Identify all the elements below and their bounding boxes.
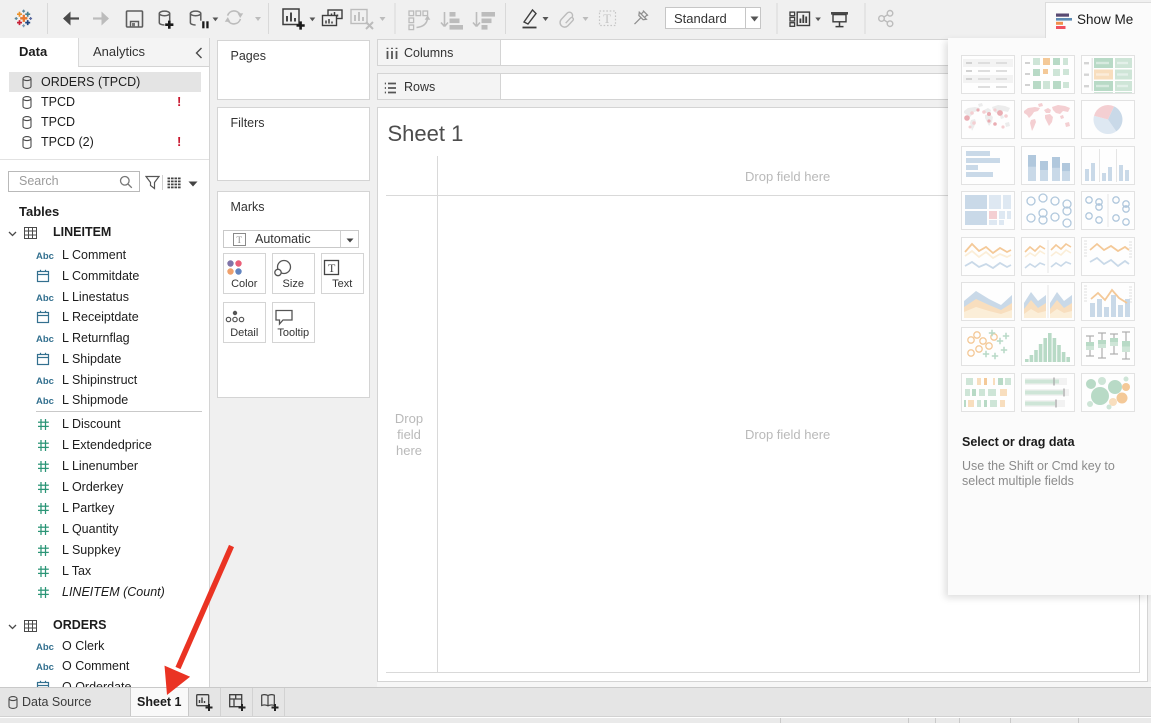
svg-text:Abc: Abc — [36, 251, 54, 262]
svg-text:Abc: Abc — [36, 376, 54, 387]
svg-text:Abc: Abc — [36, 396, 54, 407]
svg-text:T: T — [328, 261, 336, 275]
svg-text:Abc: Abc — [36, 334, 54, 345]
svg-text:T: T — [603, 12, 611, 26]
svg-text:Abc: Abc — [36, 662, 54, 673]
svg-text:Abc: Abc — [36, 293, 54, 304]
svg-text:T: T — [237, 235, 243, 245]
svg-text:Abc: Abc — [36, 642, 54, 653]
